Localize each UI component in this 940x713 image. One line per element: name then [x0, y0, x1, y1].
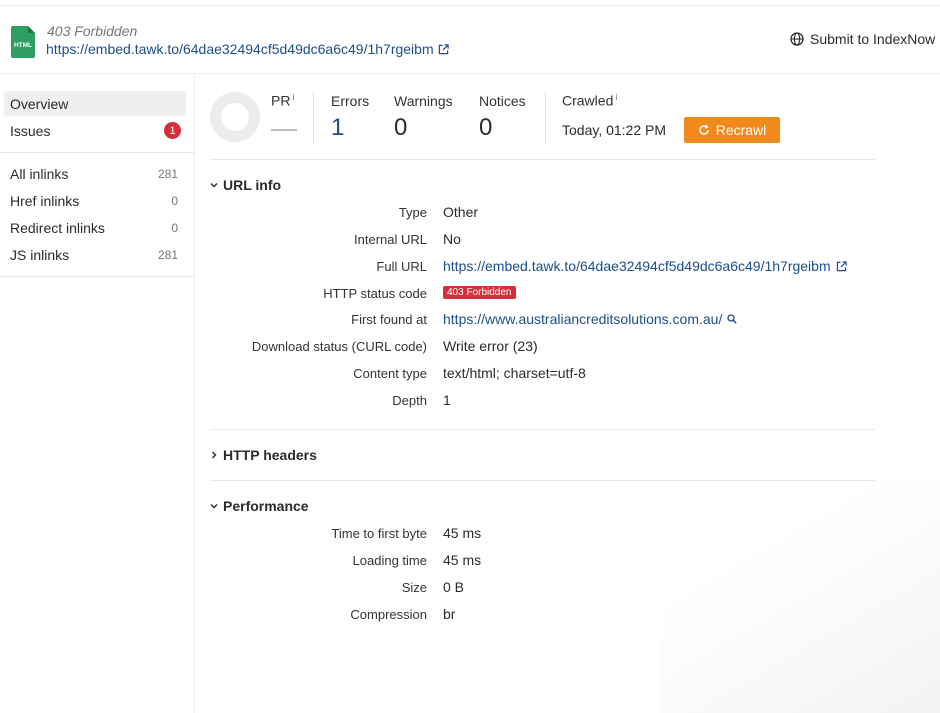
sidebar-item-href-inlinks[interactable]: Href inlinks 0: [4, 188, 186, 213]
performance-toggle[interactable]: Performance: [210, 498, 309, 514]
http-status-label: HTTP status code: [323, 286, 427, 301]
recrawl-button[interactable]: Recrawl: [684, 117, 780, 143]
url-info-title: URL info: [223, 177, 282, 193]
stats-separator: [545, 92, 546, 144]
errors-value[interactable]: 1: [331, 114, 344, 142]
crawled-info-icon[interactable]: i: [615, 92, 617, 102]
size-label: Size: [401, 580, 427, 595]
section-divider: [210, 159, 875, 160]
notices-value: 0: [479, 114, 493, 141]
sidebar-item-count: 281: [157, 166, 178, 181]
http-status-value: 403 Forbidden: [443, 286, 516, 299]
crawled-label-text: Crawled: [562, 92, 614, 109]
svg-text:HTML: HTML: [14, 42, 32, 49]
sidebar-item-issues[interactable]: Issues 1: [4, 118, 186, 143]
status-title: 403 Forbidden: [47, 23, 138, 39]
external-link-icon[interactable]: [836, 260, 847, 272]
recrawl-label: Recrawl: [715, 122, 767, 138]
sidebar: Overview Issues 1 All inlinks 281 Href i…: [0, 75, 195, 713]
content-type-label: Content type: [353, 366, 427, 381]
page-url-text: https://embed.tawk.to/64dae32494cf5d49dc…: [46, 41, 434, 57]
submit-indexnow-label: Submit to IndexNow: [810, 31, 936, 47]
download-status-value: Write error (23): [443, 338, 538, 354]
search-icon[interactable]: [727, 314, 738, 324]
download-status-label: Download status (CURL code): [251, 339, 427, 354]
chevron-down-icon: [210, 183, 218, 188]
pr-label: PR i: [271, 92, 294, 109]
first-found-link[interactable]: https://www.australiancreditsolutions.co…: [443, 311, 738, 327]
compression-value: br: [443, 606, 456, 622]
loading-time-value: 45 ms: [443, 552, 482, 568]
pr-label-text: PR: [271, 92, 291, 109]
globe-icon: [790, 32, 804, 46]
compression-label: Compression: [350, 607, 427, 622]
crawled-label: Crawled i: [562, 92, 617, 109]
depth-value: 1: [443, 392, 451, 408]
sidebar-divider: [0, 276, 194, 277]
first-found-text: https://www.australiancreditsolutions.co…: [443, 311, 723, 327]
section-divider: [210, 429, 875, 430]
pr-info-icon[interactable]: i: [292, 92, 294, 102]
crawled-date: Today, 01:22 PM: [562, 122, 667, 138]
sidebar-item-label: All inlinks: [10, 165, 69, 182]
sidebar-item-count: 0: [171, 220, 178, 235]
warnings-value: 0: [394, 114, 408, 141]
internal-url-label: Internal URL: [354, 232, 427, 247]
type-value: Other: [443, 204, 479, 220]
size-value: 0 B: [443, 579, 465, 595]
warnings-label: Warnings: [394, 93, 453, 109]
chevron-down-icon: [210, 504, 218, 509]
ttfb-label: Time to first byte: [331, 526, 427, 541]
first-found-label: First found at: [351, 312, 427, 327]
sidebar-item-label: Issues: [10, 122, 51, 139]
url-info-toggle[interactable]: URL info: [210, 177, 281, 193]
sidebar-item-count: 0: [171, 193, 178, 208]
refresh-icon: [699, 124, 709, 135]
full-url-text: https://embed.tawk.to/64dae32494cf5d49dc…: [443, 258, 831, 274]
sidebar-item-all-inlinks[interactable]: All inlinks 281: [4, 161, 186, 186]
sidebar-item-label: Href inlinks: [10, 192, 80, 209]
status-badge: 403 Forbidden: [443, 286, 516, 299]
chevron-right-icon: [212, 451, 217, 459]
issues-count-badge: 1: [164, 122, 181, 139]
stats-separator: [313, 92, 314, 144]
content-type-value: text/html; charset=utf-8: [443, 365, 586, 381]
type-label: Type: [398, 205, 427, 220]
pr-empty-value: [271, 129, 297, 131]
sidebar-divider: [0, 152, 194, 153]
external-link-icon[interactable]: [438, 43, 449, 55]
background-gradient: [660, 480, 940, 713]
errors-label: Errors: [331, 93, 370, 109]
full-url-link[interactable]: https://embed.tawk.to/64dae32494cf5d49dc…: [443, 258, 847, 274]
pr-ring-chart: [210, 92, 260, 142]
sidebar-item-label: Overview: [10, 95, 69, 112]
notices-label: Notices: [479, 93, 526, 109]
loading-time-label: Loading time: [352, 553, 427, 568]
depth-label: Depth: [392, 393, 427, 408]
sidebar-item-label: Redirect inlinks: [10, 219, 105, 236]
http-headers-toggle[interactable]: HTTP headers: [210, 447, 317, 463]
sidebar-item-count: 281: [157, 247, 178, 262]
http-headers-title: HTTP headers: [223, 447, 317, 463]
submit-indexnow-button[interactable]: Submit to IndexNow: [790, 31, 935, 47]
full-url-label: Full URL: [376, 259, 427, 274]
ttfb-value: 45 ms: [443, 525, 482, 541]
performance-title: Performance: [223, 498, 309, 514]
sidebar-item-js-inlinks[interactable]: JS inlinks 281: [4, 242, 186, 267]
internal-url-value: No: [443, 231, 461, 247]
sidebar-item-label: JS inlinks: [10, 246, 70, 263]
sidebar-item-redirect-inlinks[interactable]: Redirect inlinks 0: [4, 215, 186, 240]
sidebar-item-overview[interactable]: Overview: [4, 91, 186, 116]
page-url-link[interactable]: https://embed.tawk.to/64dae32494cf5d49dc…: [46, 41, 449, 57]
page-header: HTML 403 Forbidden https://embed.tawk.to…: [0, 6, 940, 74]
html-file-icon: HTML: [11, 26, 35, 58]
